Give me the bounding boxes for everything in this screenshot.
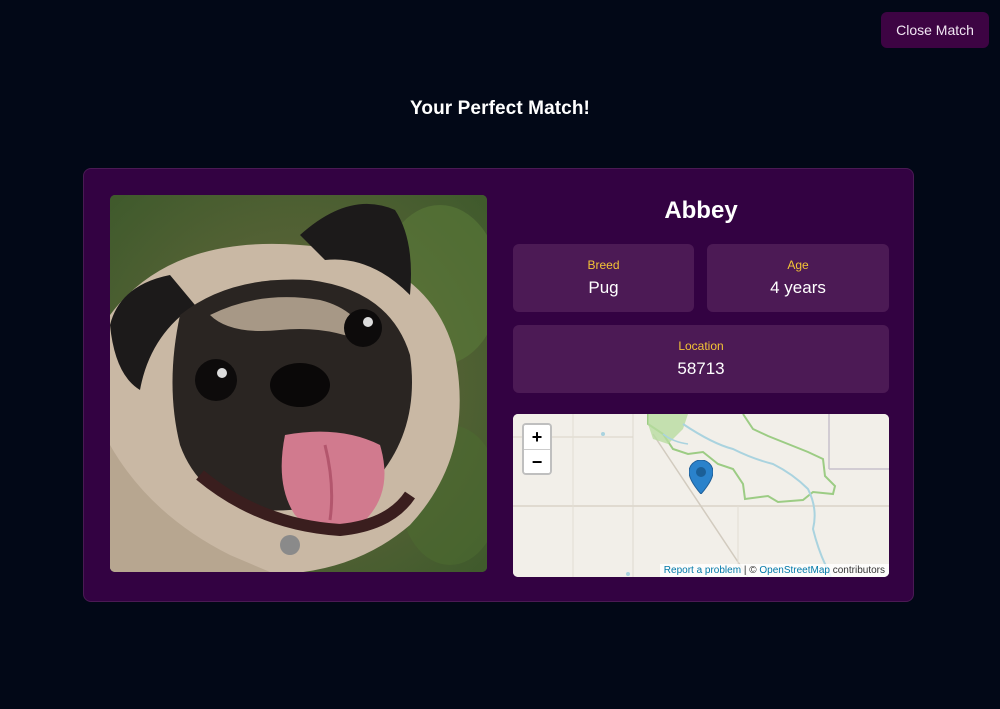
attribution-separator: | © <box>741 565 760 576</box>
age-box: Age 4 years <box>707 244 889 312</box>
page-title: Your Perfect Match! <box>410 98 590 119</box>
pet-name: Abbey <box>664 197 738 224</box>
map-zoom-control: + − <box>522 423 552 475</box>
map-tiles <box>513 414 889 577</box>
map-attribution: Report a problem | © OpenStreetMap contr… <box>659 564 889 577</box>
pug-image <box>110 195 487 572</box>
age-value: 4 years <box>770 278 826 297</box>
report-problem-link[interactable]: Report a problem <box>664 565 741 576</box>
breed-value: Pug <box>588 278 619 297</box>
breed-label: Breed <box>587 258 620 272</box>
location-label: Location <box>678 339 724 353</box>
openstreetmap-link[interactable]: OpenStreetMap <box>759 565 830 576</box>
zoom-out-button[interactable]: − <box>524 449 550 473</box>
match-card: Abbey Breed Pug Age 4 years Location 587… <box>83 168 914 602</box>
close-match-button[interactable]: Close Match <box>881 12 989 48</box>
zoom-in-button[interactable]: + <box>524 425 550 449</box>
breed-box: Breed Pug <box>513 244 694 312</box>
map-pin-icon[interactable] <box>689 460 713 494</box>
location-value: 58713 <box>677 359 725 378</box>
location-map[interactable]: + − Report a problem | © OpenStreetMap c… <box>513 414 889 577</box>
attribution-contributors: contributors <box>829 565 885 576</box>
pet-photo <box>110 195 487 572</box>
age-label: Age <box>787 258 809 272</box>
location-box: Location 58713 <box>513 325 889 393</box>
